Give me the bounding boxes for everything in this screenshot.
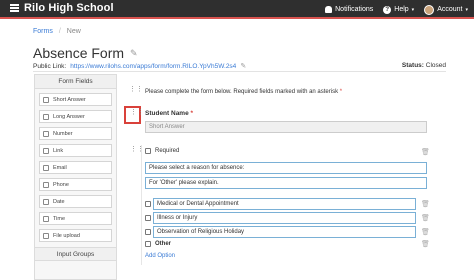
option-checkbox[interactable] — [145, 215, 151, 221]
other-option-row: Other — [145, 241, 171, 247]
date-icon — [43, 198, 49, 205]
question-prompt-input[interactable]: Please select a reason for absence: — [145, 162, 427, 174]
trash-icon[interactable]: 🗑 — [421, 148, 430, 156]
option-input[interactable]: Observation of Religious Holiday — [153, 226, 416, 238]
time-icon — [43, 215, 49, 222]
input-groups-header: Input Groups — [35, 247, 116, 261]
help-label: Help — [394, 6, 409, 13]
drag-handle-icon[interactable]: ⋮⋮ — [130, 109, 144, 116]
other-label: Other — [155, 241, 172, 247]
field-link[interactable]: Link — [39, 144, 112, 157]
field-short-answer[interactable]: Short Answer — [39, 93, 112, 106]
public-link-label: Public Link: — [33, 62, 67, 70]
trash-icon[interactable]: 🗑 — [421, 214, 430, 222]
option-checkbox[interactable] — [145, 201, 151, 207]
option-input[interactable]: Illness or Injury — [153, 212, 416, 224]
add-option-link[interactable]: Add Option — [145, 253, 175, 259]
field-phone[interactable]: Phone — [39, 178, 112, 191]
divider — [33, 71, 446, 72]
help-menu[interactable]: ? Help ▾ — [383, 5, 415, 14]
field-label: Time — [53, 215, 66, 222]
chevron-down-icon: ▾ — [465, 6, 468, 13]
field-label: Number — [53, 130, 73, 137]
question-other-prompt-input[interactable]: For 'Other' please explain. — [145, 177, 427, 189]
option-row — [145, 215, 151, 221]
brand-name[interactable]: Rilo High School — [24, 2, 114, 14]
brand[interactable]: Rilo High School — [10, 2, 114, 14]
option-row — [145, 229, 151, 235]
help-icon: ? — [383, 5, 392, 14]
page-title: Absence Form — [33, 45, 125, 61]
field-label: Short Answer — [53, 96, 86, 103]
field-label: Email — [53, 164, 67, 171]
menu-icon[interactable] — [10, 4, 19, 12]
field-email[interactable]: Email — [39, 161, 112, 174]
form-fields-header: Form Fields — [35, 75, 116, 89]
field-number[interactable]: Number — [39, 127, 112, 140]
notifications-link[interactable]: Notifications — [325, 6, 373, 13]
status: Status: Closed — [402, 62, 446, 69]
breadcrumb: Forms / New — [33, 28, 81, 35]
required-checkbox[interactable] — [145, 148, 151, 154]
required-asterisk: * — [339, 89, 343, 95]
other-checkbox[interactable] — [145, 241, 151, 247]
drag-handle-icon[interactable]: ⋮⋮ — [130, 146, 144, 153]
field-date[interactable]: Date — [39, 195, 112, 208]
option-row — [145, 201, 151, 207]
breadcrumb-current: New — [66, 28, 81, 35]
phone-icon — [43, 181, 49, 188]
option-input[interactable]: Medical or Dental Appointment — [153, 198, 416, 210]
field-file-upload[interactable]: File upload — [39, 229, 112, 242]
required-asterisk: * — [190, 110, 194, 117]
top-navbar: Rilo High School Notifications ? Help ▾ … — [0, 0, 474, 19]
long-answer-icon — [43, 113, 49, 120]
short-answer-icon — [43, 96, 49, 103]
trash-icon[interactable]: 🗑 — [421, 200, 430, 208]
number-icon — [43, 130, 49, 137]
bell-icon — [325, 6, 333, 13]
breadcrumb-forms[interactable]: Forms — [33, 28, 53, 35]
public-link-url[interactable]: https://www.rilohs.com/apps/form/form.RI… — [70, 63, 236, 70]
field-label: File upload — [53, 232, 80, 239]
notifications-label: Notifications — [335, 6, 374, 13]
breadcrumb-separator: / — [58, 28, 61, 35]
status-label: Status: — [401, 62, 424, 69]
link-icon — [43, 147, 49, 154]
pencil-icon[interactable]: ✎ — [240, 62, 246, 70]
status-value: Closed — [425, 62, 446, 69]
drag-handle-icon[interactable]: ⋮⋮ — [129, 86, 143, 93]
email-icon — [43, 164, 49, 171]
account-menu[interactable]: Account ▾ — [424, 4, 468, 15]
form-intro: Please complete the form below. Required… — [145, 89, 342, 95]
required-label: Required — [155, 148, 180, 154]
field-label: Long Answer — [53, 113, 85, 120]
chevron-down-icon: ▾ — [411, 6, 415, 13]
student-name-label: Student Name * — [145, 110, 193, 117]
field-label: Phone — [53, 181, 69, 188]
form-intro-text: Please complete the form below. Required… — [145, 89, 339, 95]
student-name-input[interactable]: Short Answer — [145, 121, 427, 133]
field-label: Link — [53, 147, 64, 154]
field-label: Date — [53, 198, 65, 205]
field-time[interactable]: Time — [39, 212, 112, 225]
trash-icon[interactable]: 🗑 — [421, 240, 430, 248]
option-checkbox[interactable] — [145, 229, 151, 235]
trash-icon[interactable]: 🗑 — [421, 228, 430, 236]
file-upload-icon — [43, 232, 49, 239]
avatar — [424, 4, 435, 15]
pencil-icon[interactable]: ✎ — [130, 48, 138, 59]
field-long-answer[interactable]: Long Answer — [39, 110, 112, 123]
form-fields-panel: Form Fields Short Answer Long Answer Num… — [34, 74, 117, 280]
account-label: Account — [437, 6, 463, 13]
student-name-label-text: Student Name — [145, 110, 189, 117]
required-toggle[interactable]: Required — [145, 148, 179, 154]
